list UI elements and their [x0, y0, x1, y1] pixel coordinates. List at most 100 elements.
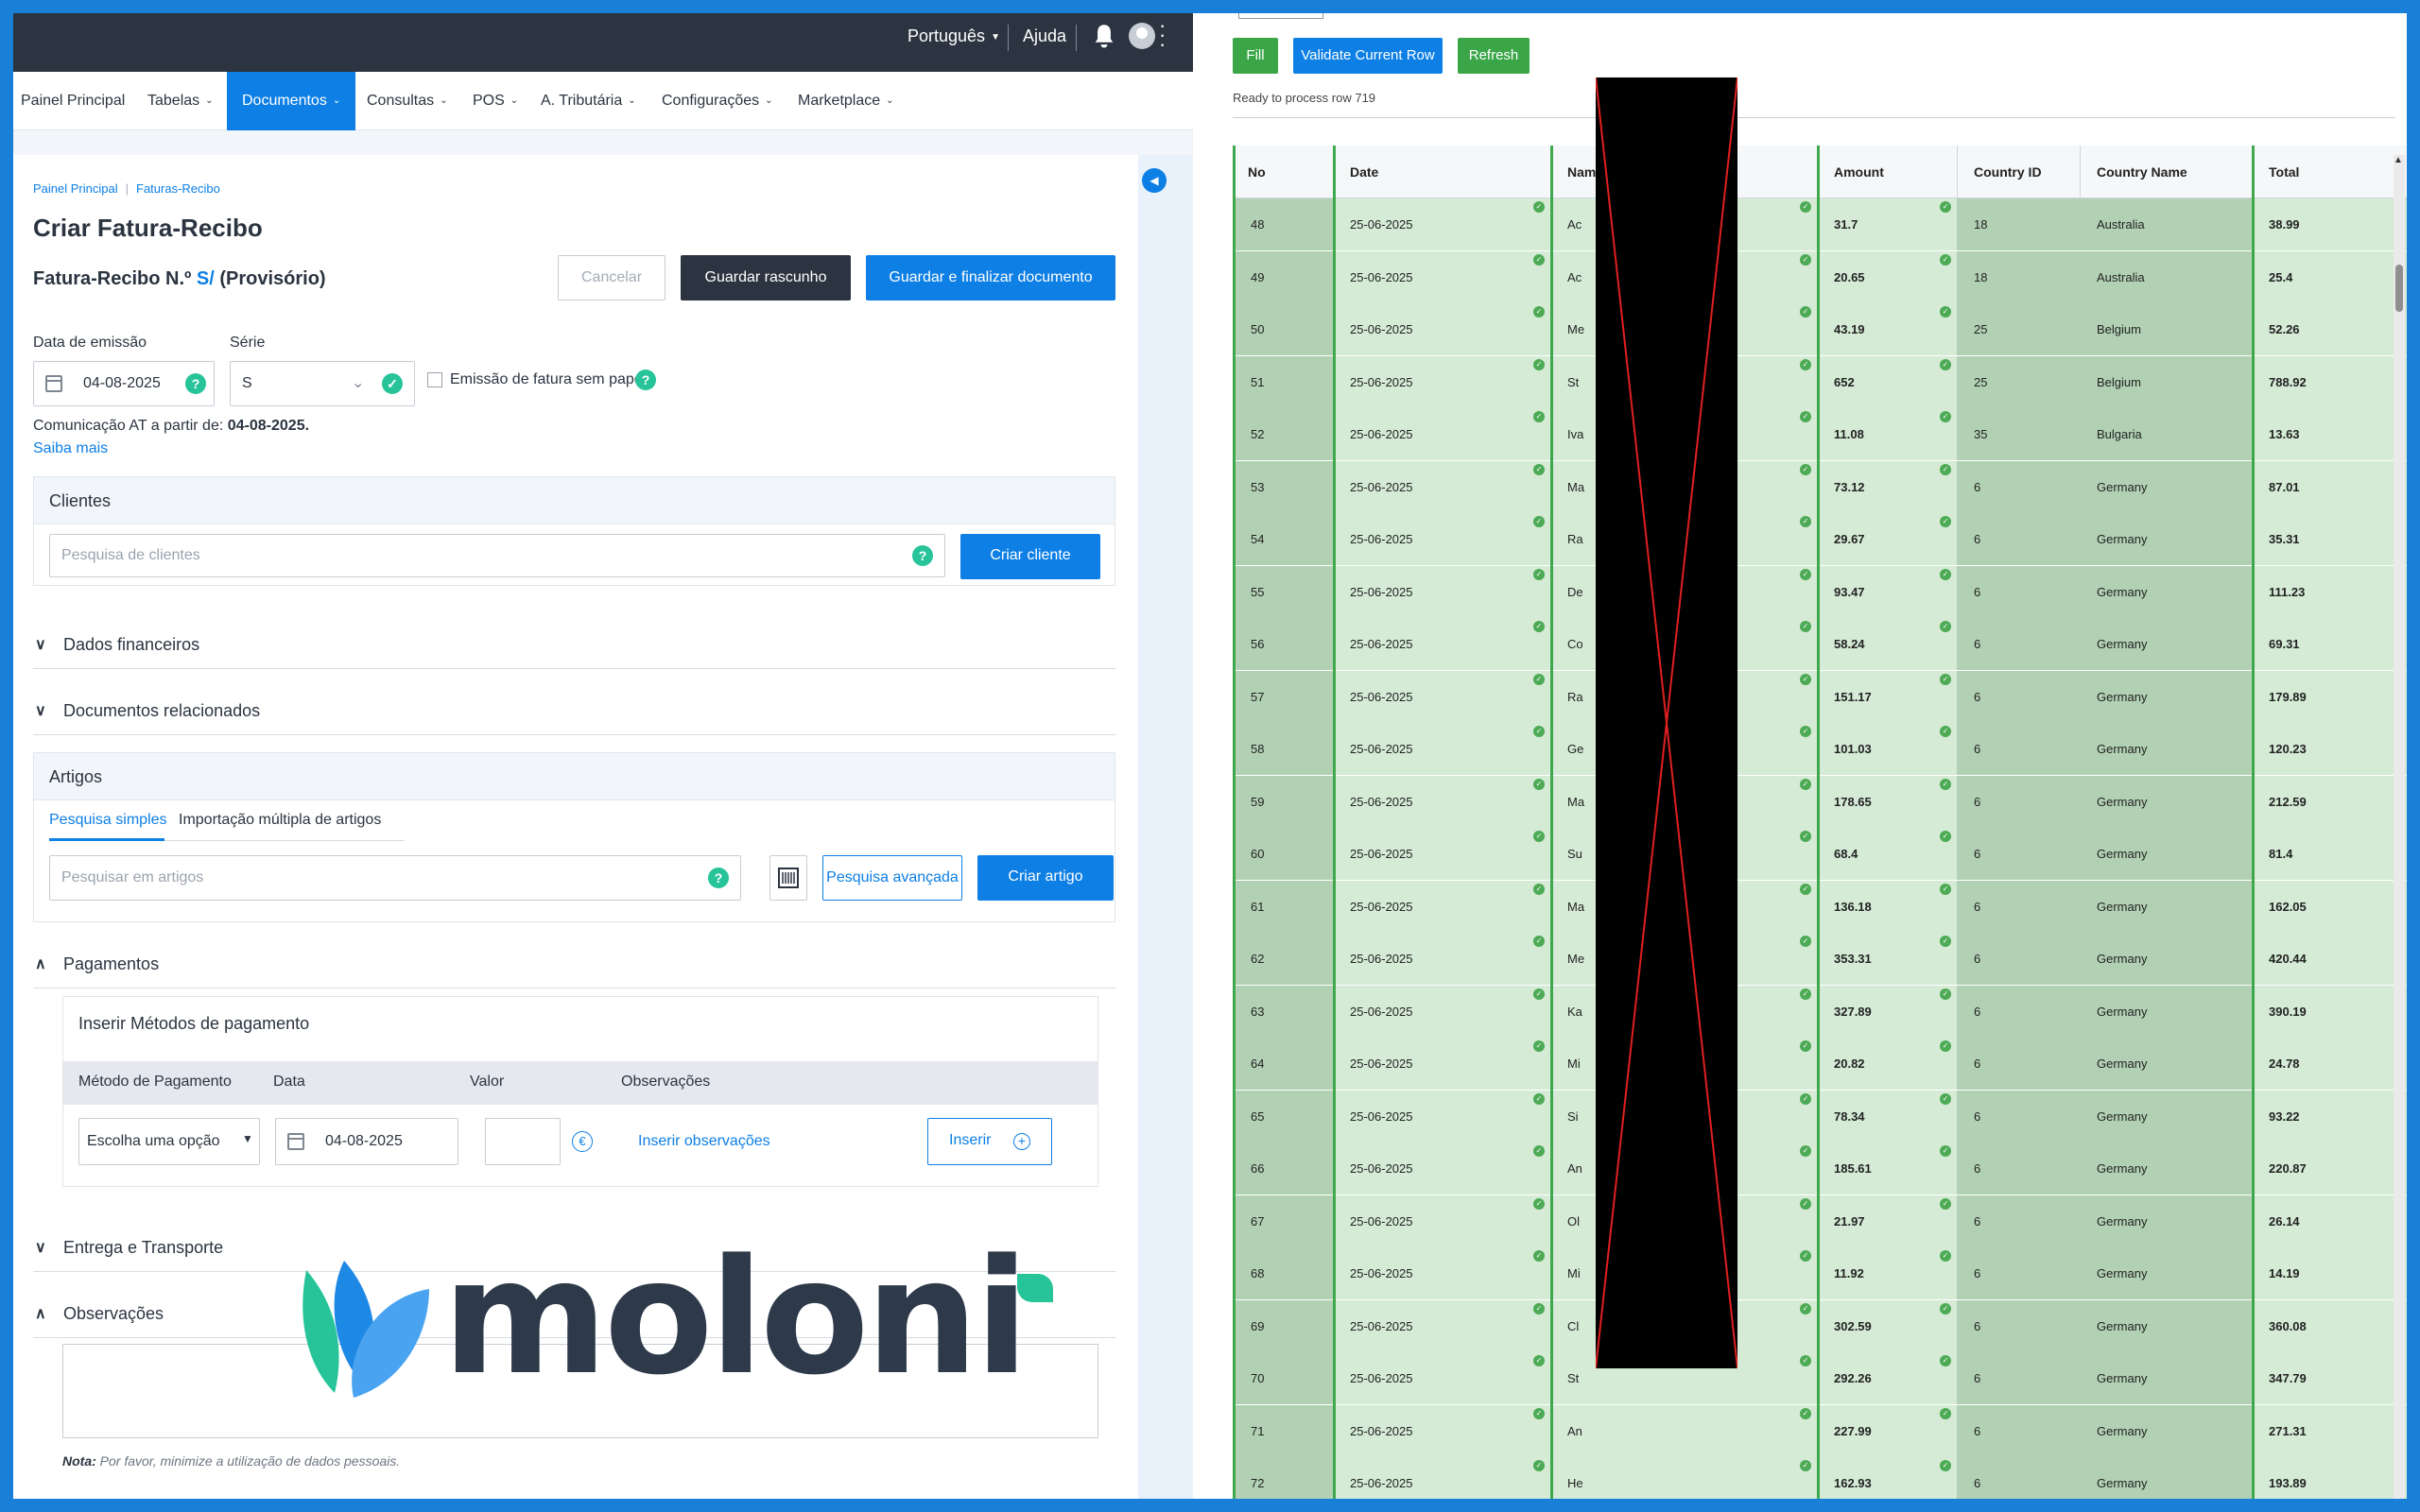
scroll-thumb[interactable]: [2395, 265, 2403, 312]
scroll-up-icon[interactable]: ▲: [2394, 155, 2403, 165]
cell-amount[interactable]: 162.93: [1820, 1457, 1957, 1499]
section-financial[interactable]: ∨ Dados financeiros: [33, 622, 1115, 669]
cell-cname[interactable]: Germany: [2080, 670, 2252, 723]
avatar[interactable]: [1129, 23, 1155, 49]
cell-date[interactable]: 25-06-2025: [1336, 1143, 1550, 1194]
cell-no[interactable]: 60: [1236, 828, 1333, 880]
table-row[interactable]: 59 25-06-2025 ✓ Ma ✓ 178.65 ✓ 6 Germany 212.59: [1233, 775, 2407, 828]
cell-cname[interactable]: Bulgaria: [2080, 408, 2252, 460]
cell-no[interactable]: 65: [1236, 1090, 1333, 1143]
cell-date[interactable]: 25-06-2025: [1336, 618, 1550, 670]
cell-cname[interactable]: Belgium: [2080, 303, 2252, 355]
help-link[interactable]: Ajuda: [1023, 26, 1066, 46]
table-row[interactable]: 70 25-06-2025 ✓ St ✓ 292.26 ✓ 6 Germany 347.79: [1233, 1352, 2407, 1404]
save-draft-button[interactable]: Guardar rascunho: [681, 255, 851, 301]
table-row[interactable]: 69 25-06-2025 ✓ Cl ✓ 302.59 ✓ 6 Germany 360.08: [1233, 1299, 2407, 1352]
nav-item[interactable]: POS ⌄: [458, 72, 533, 130]
column-header-amount[interactable]: Amount: [1834, 164, 1884, 180]
cell-amount[interactable]: 327.89: [1820, 985, 1957, 1038]
cell-cid[interactable]: 6: [1957, 1247, 2080, 1299]
cell-no[interactable]: 67: [1236, 1194, 1333, 1247]
cell-no[interactable]: 58: [1236, 723, 1333, 775]
table-row[interactable]: 48 25-06-2025 ✓ Ac ✓ 31.7 ✓ 18 Australia 38.99: [1233, 198, 2407, 250]
cell-date[interactable]: 25-06-2025: [1336, 408, 1550, 460]
cell-total[interactable]: 14.19: [2255, 1247, 2407, 1299]
cell-cid[interactable]: 6: [1957, 775, 2080, 828]
collapse-panel-icon[interactable]: ◀: [1142, 168, 1167, 193]
nav-item[interactable]: Consultas ⌄: [352, 72, 463, 130]
cell-date[interactable]: 25-06-2025: [1336, 880, 1550, 933]
nav-item[interactable]: Marketplace ⌄: [783, 72, 909, 130]
cell-cid[interactable]: 18: [1957, 198, 2080, 250]
cell-date[interactable]: 25-06-2025: [1336, 1038, 1550, 1090]
cell-cname[interactable]: Germany: [2080, 460, 2252, 513]
cell-cname[interactable]: Australia: [2080, 198, 2252, 250]
cell-amount[interactable]: 11.08: [1820, 408, 1957, 460]
cell-cid[interactable]: 6: [1957, 565, 2080, 618]
cell-amount[interactable]: 58.24: [1820, 618, 1957, 670]
table-row[interactable]: 68 25-06-2025 ✓ Mi ✓ 11.92 ✓ 6 Germany 14.19: [1233, 1247, 2407, 1299]
cell-amount[interactable]: 136.18: [1820, 880, 1957, 933]
cell-cid[interactable]: 25: [1957, 355, 2080, 408]
table-row[interactable]: 64 25-06-2025 ✓ Mi ✓ 20.82 ✓ 6 Germany 24.78: [1233, 1038, 2407, 1090]
cell-no[interactable]: 57: [1236, 670, 1333, 723]
table-row[interactable]: 58 25-06-2025 ✓ Ge ✓ 101.03 ✓ 6 Germany 120.23: [1233, 723, 2407, 775]
cell-amount[interactable]: 302.59: [1820, 1299, 1957, 1352]
help-icon[interactable]: ?: [185, 373, 206, 394]
cell-cname[interactable]: Germany: [2080, 1352, 2252, 1404]
doc-number-link[interactable]: S/: [197, 268, 215, 289]
cell-cname[interactable]: Germany: [2080, 618, 2252, 670]
table-row[interactable]: 52 25-06-2025 ✓ Iva ✓ 11.08 ✓ 35 Bulgaria 13.63: [1233, 408, 2407, 460]
create-article-button[interactable]: Criar artigo: [977, 855, 1114, 901]
table-row[interactable]: 50 25-06-2025 ✓ Me ✓ 43.19 ✓ 25 Belgium 52.26: [1233, 303, 2407, 355]
cell-total[interactable]: 179.89: [2255, 670, 2407, 723]
nav-item[interactable]: Painel Principal: [13, 72, 140, 130]
advanced-search-button[interactable]: Pesquisa avançada: [822, 855, 962, 901]
tab-simple-search[interactable]: Pesquisa simples: [49, 812, 167, 829]
cell-date[interactable]: 25-06-2025: [1336, 565, 1550, 618]
cell-cname[interactable]: Germany: [2080, 775, 2252, 828]
cell-amount[interactable]: 68.4: [1820, 828, 1957, 880]
cell-no[interactable]: 55: [1236, 565, 1333, 618]
issue-date-field[interactable]: 04-08-2025 ?: [33, 361, 215, 406]
column-header-no[interactable]: No: [1248, 164, 1266, 180]
paperless-checkbox[interactable]: [427, 372, 442, 387]
cell-amount[interactable]: 21.97: [1820, 1194, 1957, 1247]
payment-value-input[interactable]: [485, 1118, 561, 1165]
cell-cid[interactable]: 35: [1957, 408, 2080, 460]
more-options-icon[interactable]: · · ·: [1159, 15, 1166, 55]
right-scrollbar[interactable]: [2394, 155, 2405, 1499]
cell-cname[interactable]: Germany: [2080, 1194, 2252, 1247]
breadcrumb-current[interactable]: Faturas-Recibo: [136, 181, 220, 196]
cell-date[interactable]: 25-06-2025: [1336, 723, 1550, 775]
series-select[interactable]: S ⌄ ✓: [230, 361, 415, 406]
cell-cid[interactable]: 6: [1957, 1352, 2080, 1404]
cell-date[interactable]: 25-06-2025: [1336, 303, 1550, 355]
cell-total[interactable]: 360.08: [2255, 1299, 2407, 1352]
cell-no[interactable]: 69: [1236, 1299, 1333, 1352]
cell-no[interactable]: 48: [1236, 198, 1333, 250]
cell-date[interactable]: 25-06-2025: [1336, 460, 1550, 513]
payment-date-field[interactable]: 04-08-2025: [275, 1118, 458, 1165]
cell-total[interactable]: 420.44: [2255, 933, 2407, 985]
cell-cid[interactable]: 6: [1957, 1090, 2080, 1143]
save-finalize-button[interactable]: Guardar e finalizar documento: [866, 255, 1115, 301]
cell-total[interactable]: 788.92: [2255, 355, 2407, 408]
cell-cname[interactable]: Australia: [2080, 250, 2252, 303]
cell-cname[interactable]: Germany: [2080, 723, 2252, 775]
cell-cid[interactable]: 6: [1957, 670, 2080, 723]
refresh-button[interactable]: Refresh: [1458, 38, 1530, 74]
cell-no[interactable]: 49: [1236, 250, 1333, 303]
cell-date[interactable]: 25-06-2025: [1336, 513, 1550, 565]
cell-total[interactable]: 347.79: [2255, 1352, 2407, 1404]
cell-date[interactable]: 25-06-2025: [1336, 985, 1550, 1038]
cell-total[interactable]: 81.4: [2255, 828, 2407, 880]
cell-cid[interactable]: 6: [1957, 1194, 2080, 1247]
cell-amount[interactable]: 178.65: [1820, 775, 1957, 828]
cell-total[interactable]: 24.78: [2255, 1038, 2407, 1090]
cell-cid[interactable]: 18: [1957, 250, 2080, 303]
cell-total[interactable]: 212.59: [2255, 775, 2407, 828]
cell-cname[interactable]: Germany: [2080, 1457, 2252, 1499]
cell-cid[interactable]: 6: [1957, 1404, 2080, 1457]
table-row[interactable]: 53 25-06-2025 ✓ Ma ✓ 73.12 ✓ 6 Germany 87.01: [1233, 460, 2407, 513]
